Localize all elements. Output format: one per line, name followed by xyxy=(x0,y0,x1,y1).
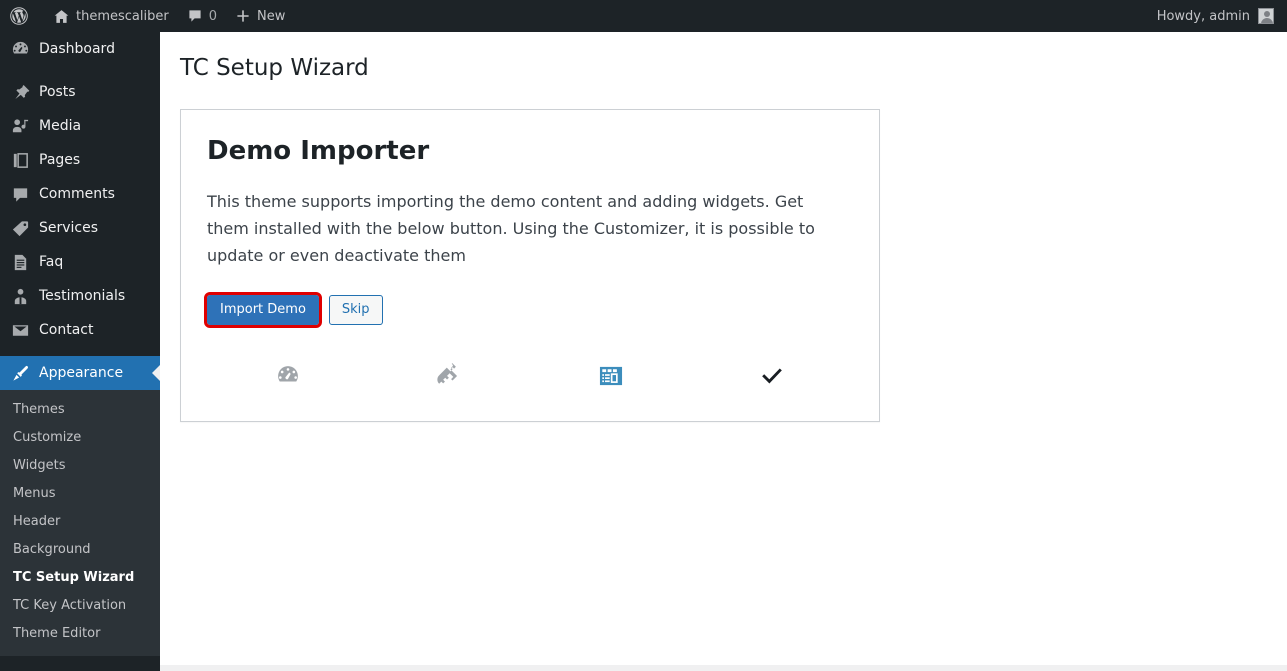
skip-button[interactable]: Skip xyxy=(328,295,383,325)
main-content: TC Setup Wizard Demo Importer This theme… xyxy=(160,32,1287,671)
layout-step-icon xyxy=(598,363,624,389)
step-plugins[interactable] xyxy=(369,359,531,393)
admin-sidebar: Dashboard Posts Media Pages Comments Ser… xyxy=(0,32,160,671)
sidebar-item-testimonials[interactable]: Testimonials xyxy=(0,279,160,313)
dashboard-gauge-icon xyxy=(10,39,30,59)
submenu-item-background[interactable]: Background xyxy=(0,536,160,564)
sidebar-separator xyxy=(0,66,160,75)
page-title: TC Setup Wizard xyxy=(180,55,369,81)
user-avatar-icon xyxy=(1258,8,1274,24)
sidebar-item-faq[interactable]: Faq xyxy=(0,245,160,279)
sidebar-separator xyxy=(0,347,160,356)
card-description: This theme supports importing the demo c… xyxy=(207,192,815,265)
sidebar-item-label: Media xyxy=(39,118,82,134)
plug-step-icon xyxy=(436,363,462,389)
comment-bubble-icon xyxy=(10,184,30,204)
sidebar-item-label: Posts xyxy=(39,84,76,100)
site-name-label: themescaliber xyxy=(76,8,169,24)
pin-icon xyxy=(10,82,30,102)
sidebar-item-label: Pages xyxy=(39,152,81,168)
sidebar-item-label: Contact xyxy=(39,322,94,338)
submenu-item-header[interactable]: Header xyxy=(0,508,160,536)
card-heading: Demo Importer xyxy=(207,136,430,166)
submenu-item-tc-key-activation[interactable]: TC Key Activation xyxy=(0,592,160,620)
admin-bar: themescaliber 0 New Howdy, admin xyxy=(0,0,1287,32)
page-bottom-strip xyxy=(160,665,1287,671)
comment-bubble-icon xyxy=(187,8,203,24)
import-demo-button[interactable]: Import Demo xyxy=(204,292,322,328)
sidebar-item-label: Services xyxy=(39,220,99,236)
sidebar-item-services[interactable]: Services xyxy=(0,211,160,245)
site-name-button[interactable]: themescaliber xyxy=(44,0,178,32)
wizard-steps xyxy=(207,355,853,399)
media-icon xyxy=(10,116,30,136)
submenu-item-customize[interactable]: Customize xyxy=(0,424,160,452)
step-demo-importer[interactable] xyxy=(530,359,692,393)
person-icon xyxy=(10,286,30,306)
paintbrush-icon xyxy=(10,363,30,383)
envelope-icon xyxy=(10,320,30,340)
sidebar-item-pages[interactable]: Pages xyxy=(0,143,160,177)
submenu-item-tc-setup-wizard[interactable]: TC Setup Wizard xyxy=(0,564,160,592)
submenu-item-menus[interactable]: Menus xyxy=(0,480,160,508)
sidebar-item-posts[interactable]: Posts xyxy=(0,75,160,109)
admin-bar-right: Howdy, admin xyxy=(1148,0,1287,32)
tag-icon xyxy=(10,218,30,238)
submenu-item-widgets[interactable]: Widgets xyxy=(0,452,160,480)
step-dashboard[interactable] xyxy=(207,359,369,393)
sidebar-item-label: Comments xyxy=(39,186,115,202)
sidebar-menu-top: Dashboard Posts Media Pages Comments Ser… xyxy=(0,32,160,656)
new-content-label: New xyxy=(256,8,286,24)
sidebar-item-media[interactable]: Media xyxy=(0,109,160,143)
document-icon xyxy=(10,252,30,272)
new-content-button[interactable]: New xyxy=(226,0,294,32)
comments-count: 0 xyxy=(208,8,217,24)
sidebar-item-dashboard[interactable]: Dashboard xyxy=(0,32,160,66)
gauge-step-icon xyxy=(275,363,301,389)
comments-button[interactable]: 0 xyxy=(178,0,226,32)
sidebar-item-appearance[interactable]: Appearance xyxy=(0,356,160,390)
check-step-icon xyxy=(760,364,784,388)
home-icon xyxy=(53,8,70,25)
appearance-submenu: Themes Customize Widgets Menus Header Ba… xyxy=(0,390,160,656)
howdy-label: Howdy, admin xyxy=(1156,8,1250,24)
sidebar-item-contact[interactable]: Contact xyxy=(0,313,160,347)
wordpress-logo-button[interactable] xyxy=(0,0,44,32)
sidebar-item-label: Faq xyxy=(39,254,64,270)
card-button-row: Import Demo Skip xyxy=(204,292,853,328)
pages-icon xyxy=(10,150,30,170)
submenu-item-theme-editor[interactable]: Theme Editor xyxy=(0,620,160,648)
wordpress-logo-icon xyxy=(9,6,29,26)
sidebar-item-label: Appearance xyxy=(39,365,124,381)
sidebar-item-label: Dashboard xyxy=(39,41,115,57)
step-complete[interactable] xyxy=(692,359,854,393)
sidebar-item-label: Testimonials xyxy=(39,288,126,304)
demo-importer-card: Demo Importer This theme supports import… xyxy=(180,109,880,422)
sidebar-item-comments[interactable]: Comments xyxy=(0,177,160,211)
account-menu-button[interactable]: Howdy, admin xyxy=(1148,0,1283,32)
plus-icon xyxy=(235,8,251,24)
submenu-item-themes[interactable]: Themes xyxy=(0,396,160,424)
